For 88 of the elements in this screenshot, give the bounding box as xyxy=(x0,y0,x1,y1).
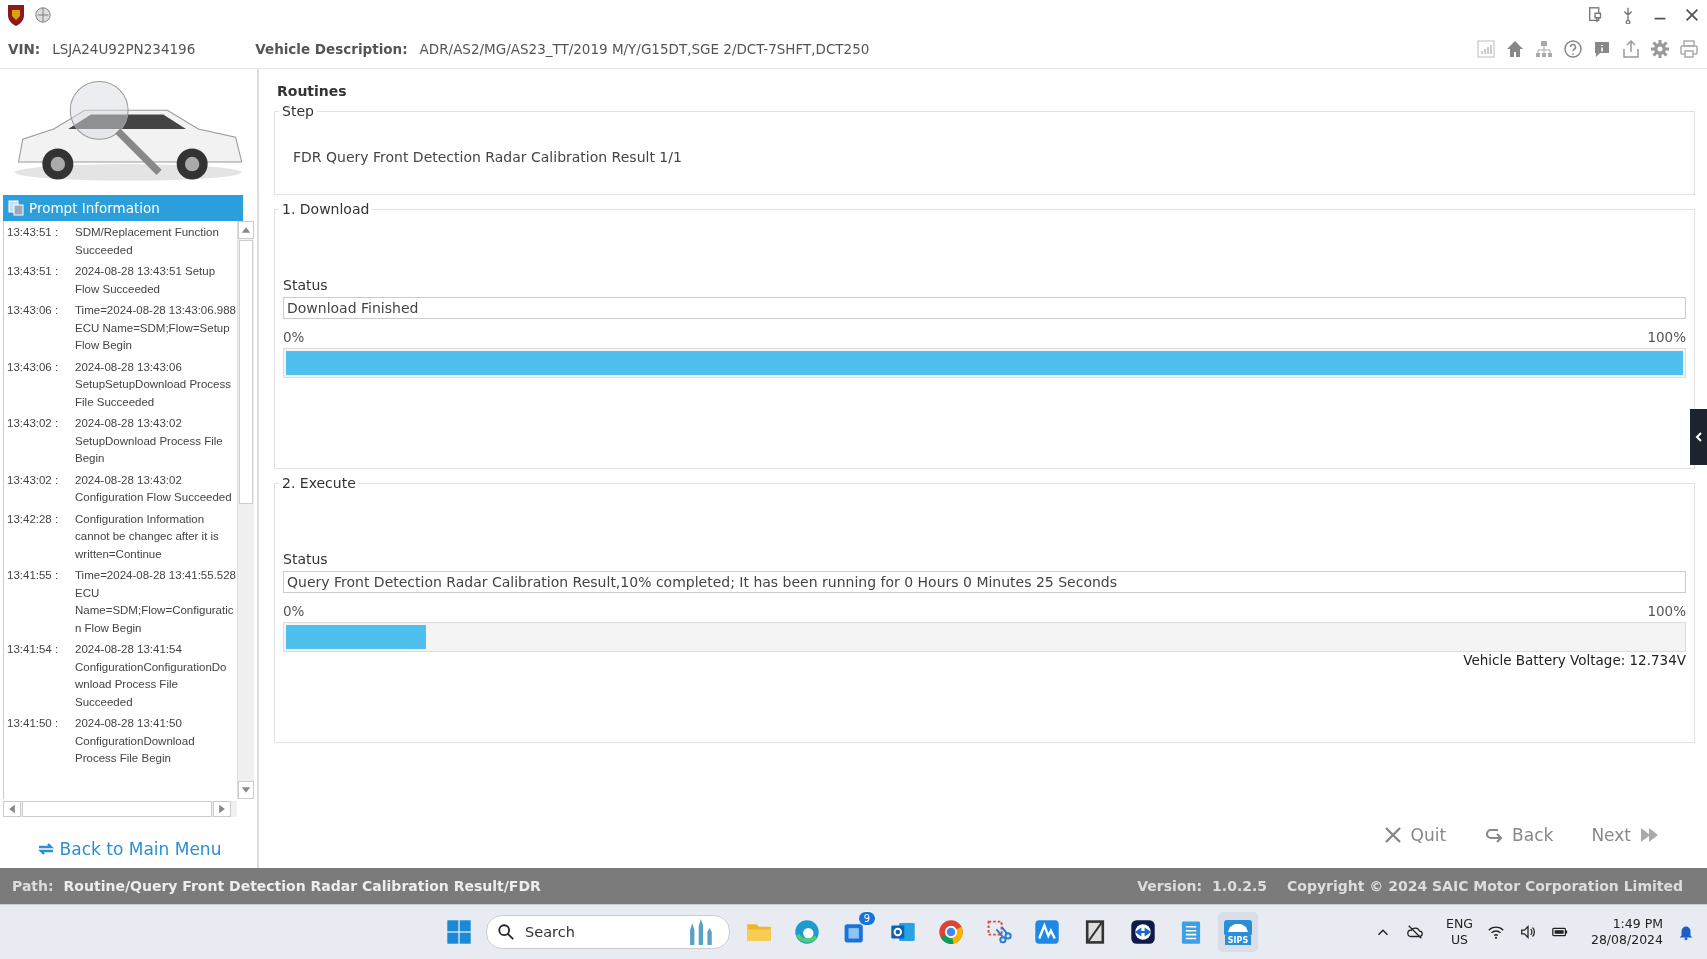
scroll-left-icon[interactable] xyxy=(3,801,21,817)
vertical-scrollbar[interactable] xyxy=(237,221,254,799)
chevron-left-icon xyxy=(1693,432,1704,442)
quit-button[interactable]: Quit xyxy=(1376,824,1453,846)
battery-voltage: Vehicle Battery Voltage: 12.734V xyxy=(1463,652,1686,668)
log-message: 2024-08-28 13:41:50 ConfigurationDownload Process File Begin xyxy=(75,716,196,766)
windows-start-icon[interactable] xyxy=(446,919,472,945)
info-icon[interactable] xyxy=(1592,39,1612,59)
log-time: 13:43:02 : xyxy=(6,472,60,488)
status-field: Download Finished xyxy=(283,297,1686,319)
search-field[interactable]: Search xyxy=(486,915,730,949)
back-button[interactable]: Back xyxy=(1478,824,1560,846)
vin-label: VIN: xyxy=(8,41,41,57)
step-legend: Step xyxy=(279,103,317,119)
help-icon[interactable] xyxy=(1563,39,1583,59)
log-time: 13:41:50 : xyxy=(6,716,60,731)
log-message: Time=2024-08-28 13:43:06.988 ECU Name=SDM;Flow=Setup Flow Begin xyxy=(75,303,237,353)
scroll-up-icon[interactable] xyxy=(238,221,254,239)
printer-icon[interactable] xyxy=(1679,39,1699,59)
scrollbar-thumb[interactable] xyxy=(239,240,253,504)
log-message: Configuration Information cannot be changec after it is written=Continue xyxy=(75,511,220,562)
copyright-text: Copyright © 2024 SAIC Motor Corporation Limited xyxy=(1287,878,1683,894)
double-arrow-icon xyxy=(1639,825,1659,845)
log-time: 13:43:06 : xyxy=(6,359,60,375)
clock-date[interactable]: 28/08/2024 xyxy=(1590,932,1663,948)
home-icon[interactable] xyxy=(1505,39,1525,59)
log-message: 2024-08-28 13:43:06 SetupSetupDownload Process File Succeeded xyxy=(75,359,232,410)
max-percent: 100% xyxy=(1647,603,1686,619)
settings-icon[interactable] xyxy=(1650,39,1670,59)
clock-time[interactable]: 1:49 PM xyxy=(1612,916,1663,932)
panel-title: Prompt Information xyxy=(29,200,160,216)
close-icon[interactable] xyxy=(1683,6,1701,24)
teamviewer-icon[interactable] xyxy=(1130,919,1156,945)
status-label: Status xyxy=(283,277,329,293)
log-message: Time=2024-08-28 13:41:55.528 ECU Name=SDM;Flow=Configuratic n Flow Begin xyxy=(75,568,237,636)
chrome-icon[interactable] xyxy=(938,919,964,945)
vehicle-description-value: ADR/AS2/MG/AS23_TT/2019 M/Y/G15DT,SGE 2/DCT-7SHFT,DCT250 xyxy=(419,41,870,57)
collapse-tab[interactable] xyxy=(1690,409,1707,465)
browser-icon[interactable] xyxy=(794,919,820,945)
log-message: 2024-08-28 13:43:02 Configuration Flow Succeeded xyxy=(75,472,233,505)
log-time: 13:43:51 : xyxy=(6,264,60,279)
documents-icon xyxy=(8,200,24,216)
share-icon[interactable] xyxy=(1621,39,1641,59)
vin-value: LSJA24U92PN234196 xyxy=(52,41,196,57)
waveform-app-icon[interactable] xyxy=(1034,919,1060,945)
log-time: 13:43:06 : xyxy=(6,303,60,318)
log-time: 13:43:51 : xyxy=(6,225,60,240)
log-time: 13:41:55 : xyxy=(6,568,60,583)
language-text[interactable]: ENG xyxy=(1446,916,1473,932)
scrollbar-thumb[interactable] xyxy=(22,801,212,817)
log-message: 2024-08-28 13:43:51 Setup Flow Succeeded xyxy=(75,264,217,297)
horizontal-scrollbar[interactable] xyxy=(3,801,237,817)
back-to-main-menu-link[interactable]: Back to Main Menu xyxy=(35,839,222,859)
cloud-off-icon[interactable] xyxy=(1406,923,1424,941)
path-label: Path: xyxy=(12,878,54,894)
log-time: 13:42:28 : xyxy=(6,511,60,527)
sips-app-button[interactable]: SIPS xyxy=(1218,912,1258,952)
status-label: Status xyxy=(283,551,329,567)
section-legend: 2. Execute xyxy=(279,475,359,491)
min-percent: 0% xyxy=(283,603,305,619)
log-message: 2024-08-28 13:41:54 ConfigurationConfigurationDo wnload Process File Succeeded xyxy=(75,642,228,710)
shield-logo-icon xyxy=(6,3,26,27)
scroll-down-icon[interactable] xyxy=(238,781,254,799)
path-value: Routine/Query Front Detection Radar Calibration Result/FDR xyxy=(63,878,541,894)
version-value: 1.0.2.5 xyxy=(1212,878,1267,894)
globe-icon[interactable] xyxy=(34,6,52,24)
search-icon xyxy=(497,923,515,941)
version-label: Version: xyxy=(1137,878,1203,894)
network-icon[interactable] xyxy=(1534,39,1554,59)
scroll-right-icon[interactable] xyxy=(213,801,231,817)
log-message: SDM/Replacement Function Succeeded xyxy=(75,225,220,258)
region-text[interactable]: US xyxy=(1450,932,1469,948)
speaker-icon[interactable] xyxy=(1518,923,1537,941)
notification-badge: 9 xyxy=(857,911,876,926)
close-icon xyxy=(1382,825,1403,845)
status-field: Query Front Detection Radar Calibration Result,10% completed; It has been running for 0 Hours 0 Minutes 25 Seconds xyxy=(283,571,1686,593)
wifi-icon[interactable] xyxy=(1486,923,1505,941)
max-percent: 100% xyxy=(1647,329,1686,345)
routines-title: Routines xyxy=(277,83,348,99)
vehicle-description-label: Vehicle Description: xyxy=(255,41,408,57)
log-time: 13:41:54 : xyxy=(6,642,60,657)
section-legend: 1. Download xyxy=(279,201,373,217)
min-percent: 0% xyxy=(283,329,305,345)
step-text: FDR Query Front Detection Radar Calibration Result 1/1 xyxy=(293,149,683,165)
log-message: 2024-08-28 13:43:02 SetupDownload Process File Begin xyxy=(75,416,224,466)
log-time: 13:43:02 : xyxy=(6,416,60,431)
snipping-tool-icon[interactable] xyxy=(986,919,1012,945)
next-button[interactable]: Next xyxy=(1585,824,1665,846)
